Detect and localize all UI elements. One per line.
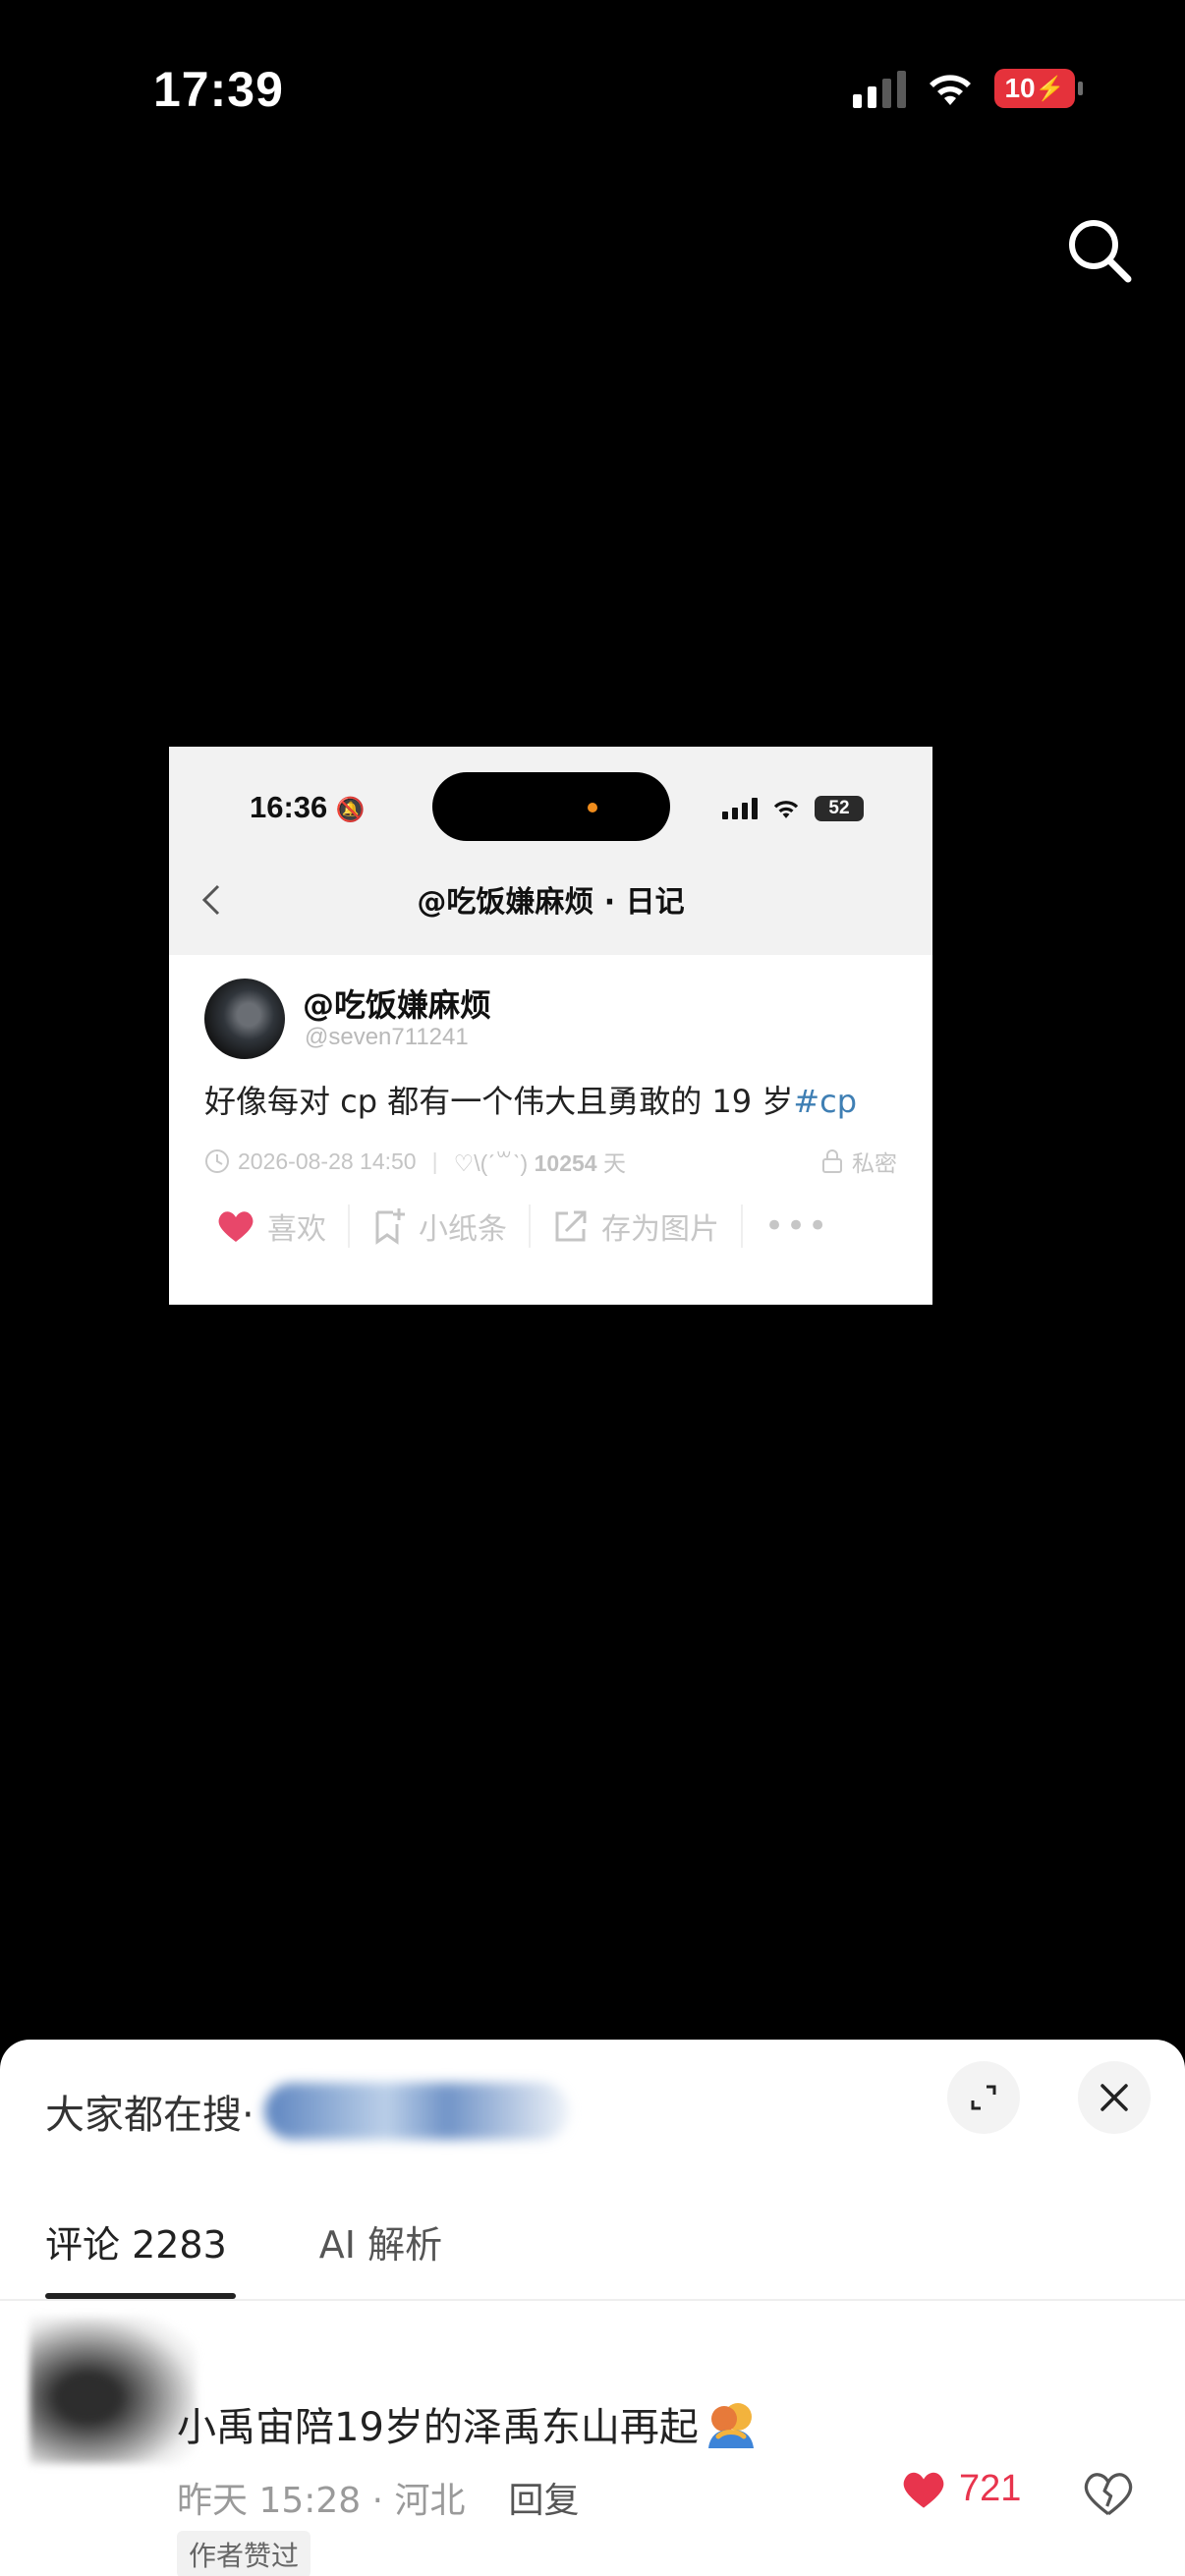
search-icon[interactable] — [1063, 214, 1136, 287]
comment-like-button[interactable]: 721 — [900, 2468, 1021, 2510]
author-name: @吃饭嫌麻烦 — [303, 986, 492, 1024]
bookmark-plus-icon — [375, 1208, 405, 1245]
hot-search-label: 大家都在搜· — [45, 2093, 254, 2138]
more-icon: ••• — [764, 1206, 830, 1246]
battery-indicator: 10 ⚡ — [994, 69, 1083, 108]
author-avatar — [204, 979, 285, 1059]
wifi-icon — [930, 75, 971, 105]
comment-sheet: 大家都在搜· 评论 2283 AI 解析 小禹宙陪19岁的泽禹东山再起 昨天 1… — [0, 2040, 1185, 2576]
share-out-icon — [555, 1210, 587, 1242]
embedded-status-area: 16:36 🔕 52 @吃饭嫌麻烦 · 日记 — [169, 747, 932, 955]
post-date: 2026-08-28 14:50 — [238, 1148, 417, 1174]
tab-divider — [0, 2299, 1185, 2301]
charging-bolt-icon: ⚡ — [1035, 75, 1065, 102]
diary-post: @吃饭嫌麻烦 @seven711241 好像每对 cp 都有一个伟大且勇敢的 1… — [181, 955, 921, 1305]
status-time: 17:39 — [153, 62, 284, 117]
clock-icon — [205, 1149, 229, 1173]
cellular-signal-icon — [853, 69, 906, 108]
commenter-avatar[interactable] — [29, 2317, 197, 2464]
hashtag: #cp — [793, 1083, 858, 1120]
mood-kaomoji: ♡\(ˊ꒳ˋ) — [453, 1150, 529, 1176]
expand-button[interactable] — [947, 2061, 1020, 2134]
heart-filled-icon — [903, 2472, 944, 2508]
sheet-tabs: 评论 2283 AI 解析 — [45, 2214, 442, 2268]
embedded-status-time: 16:36 🔕 — [250, 790, 366, 824]
broken-heart-icon[interactable] — [1083, 2468, 1134, 2519]
comment-time-location: 昨天 15:28 · 河北 — [177, 2481, 466, 2521]
embedded-nav-bar: @吃饭嫌麻烦 · 日记 — [169, 857, 932, 941]
embedded-wifi-icon — [773, 801, 799, 818]
heart-icon — [218, 1211, 254, 1242]
status-indicators: 10 ⚡ — [853, 69, 1083, 108]
author-handle: @seven711241 — [305, 1024, 469, 1050]
days-unit: 天 — [602, 1150, 626, 1176]
tab-ai-analysis[interactable]: AI 解析 — [319, 2214, 442, 2268]
comment-meta: 昨天 15:28 · 河北 回复 — [177, 2472, 580, 2523]
author-liked-badge: 作者赞过 — [177, 2531, 311, 2576]
embedded-nav-title: @吃饭嫌麻烦 · 日记 — [417, 885, 685, 920]
tab-comments[interactable]: 评论 2283 — [45, 2214, 227, 2268]
back-chevron-icon — [201, 884, 220, 916]
close-button[interactable] — [1078, 2061, 1151, 2134]
close-icon — [1100, 2084, 1128, 2111]
expand-icon — [971, 2085, 996, 2110]
save-image-action: 存为图片 — [552, 1204, 719, 1248]
privacy-status: 私密 — [820, 1145, 897, 1178]
comment-body[interactable]: 小禹宙陪19岁的泽禹东山再起 — [177, 2395, 758, 2452]
hot-search[interactable]: 大家都在搜· — [45, 2083, 569, 2140]
embedded-signal-icon — [722, 798, 758, 819]
mute-bell-icon: 🔕 — [335, 797, 366, 823]
comment-like-count: 721 — [959, 2468, 1022, 2509]
lock-icon — [822, 1149, 842, 1173]
days-counter: ♡\(ˊ꒳ˋ) 10254 天 — [454, 1145, 820, 1178]
post-meta: 2026-08-28 14:50 | ♡\(ˊ꒳ˋ) 10254 天 私密 — [204, 1142, 897, 1181]
like-action: 喜欢 — [216, 1204, 326, 1248]
hug-emoji-icon — [707, 2403, 754, 2448]
post-actions: 喜欢 小纸条 存为图片 ••• — [204, 1199, 897, 1254]
dynamic-island — [432, 772, 670, 841]
embedded-status-indicators: 52 — [722, 796, 864, 821]
embedded-battery: 52 — [815, 796, 864, 821]
note-action: 小纸条 — [371, 1204, 507, 1248]
days-count: 10254 — [534, 1150, 597, 1176]
blurred-search-term — [263, 2083, 569, 2140]
battery-level: 10 — [1004, 73, 1036, 103]
reply-button[interactable]: 回复 — [509, 2472, 580, 2523]
embedded-screenshot[interactable]: 16:36 🔕 52 @吃饭嫌麻烦 · 日记 @吃饭嫌麻烦 @seven7112… — [169, 747, 932, 1305]
post-text: 好像每对 cp 都有一个伟大且勇敢的 19 岁#cp — [204, 1083, 858, 1120]
comment-text: 小禹宙陪19岁的泽禹东山再起 — [177, 2405, 699, 2450]
